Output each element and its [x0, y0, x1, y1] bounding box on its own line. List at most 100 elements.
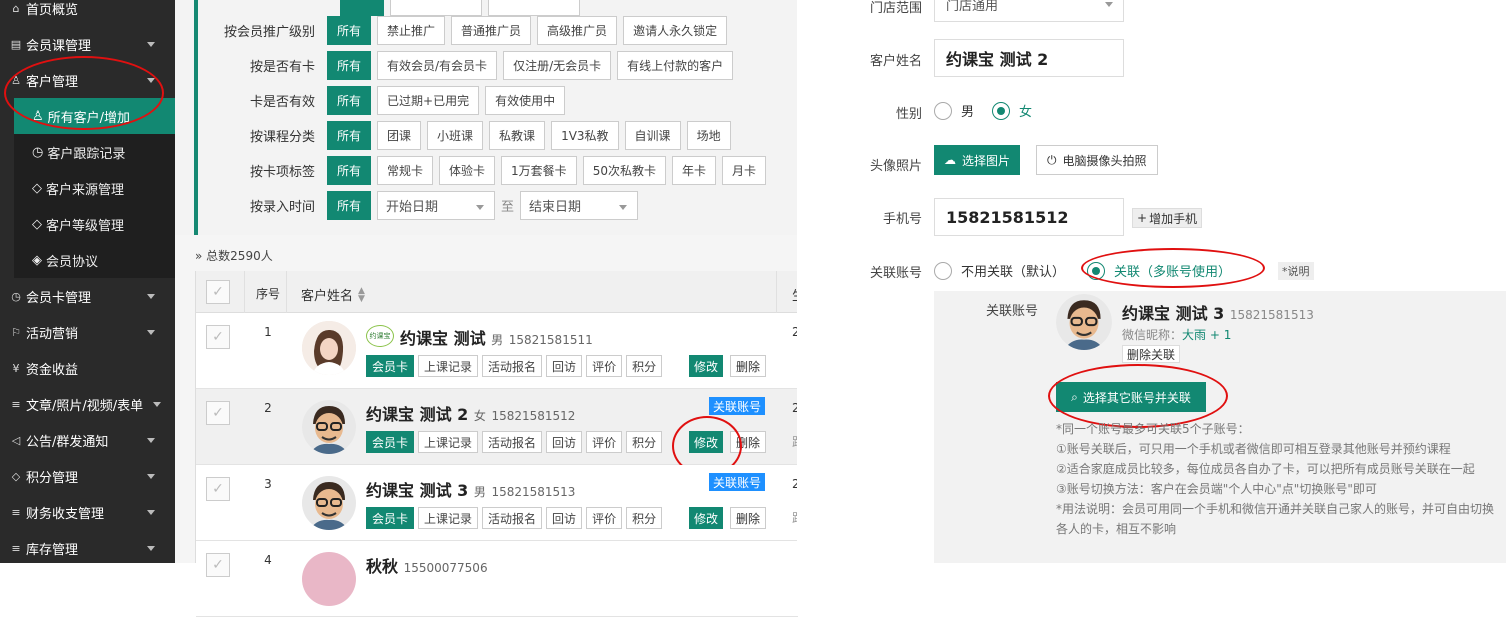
delete-button[interactable]: 删除	[730, 507, 767, 529]
row-checkbox[interactable]: ✓	[206, 553, 230, 577]
sidebar-item-customer[interactable]: ♙ 客户管理	[0, 62, 175, 98]
review-button[interactable]: 评价	[586, 507, 623, 529]
filter-option[interactable]: 仅注册/无会员卡	[503, 50, 612, 80]
points-button[interactable]: 积分	[626, 507, 663, 529]
filter-option[interactable]: 有效使用中	[485, 85, 566, 115]
activity-signup-button[interactable]: 活动报名	[482, 431, 543, 453]
sidebar-item-member-course[interactable]: ▤ 会员课管理	[0, 26, 175, 62]
class-record-button[interactable]: 上课记录	[418, 355, 479, 377]
filter-option[interactable]	[390, 0, 482, 16]
filter-option[interactable]: 邀请人永久锁定	[623, 15, 728, 45]
filter-option[interactable]: 普通推广员	[451, 15, 532, 45]
filter-option[interactable]: 1万套餐卡	[501, 155, 577, 185]
row-checkbox[interactable]: ✓	[206, 325, 230, 349]
filter-option[interactable]: 自训课	[624, 120, 681, 150]
sidebar-item-finance[interactable]: ≡ 财务收支管理	[0, 494, 175, 530]
filter-option[interactable]: 私教课	[489, 120, 546, 150]
explain-tag[interactable]: *说明	[1278, 262, 1314, 280]
select-all-checkbox[interactable]: ✓	[206, 280, 230, 304]
choose-photo-button[interactable]: ☁ 选择图片	[934, 145, 1021, 175]
review-button[interactable]: 评价	[586, 431, 623, 453]
diamond-icon: ◇	[11, 469, 21, 483]
member-card-button[interactable]: 会员卡	[366, 355, 415, 377]
activity-signup-button[interactable]: 活动报名	[482, 507, 543, 529]
sidebar-subitem-source[interactable]: ◇ 客户来源管理	[14, 170, 175, 206]
sidebar-item-funds[interactable]: ¥ 资金收益	[0, 350, 175, 386]
store-select[interactable]: 门店通用	[934, 0, 1124, 22]
activity-signup-button[interactable]: 活动报名	[482, 355, 543, 377]
filter-option[interactable]: 月卡	[721, 155, 766, 185]
note-line: *用法说明：会员可用同一个手机和微信开通并关联自己家人的账号，并可自由切换	[1056, 502, 1495, 516]
link-radio[interactable]	[1087, 261, 1106, 280]
sidebar-subitem-level[interactable]: ◇ 客户等级管理	[14, 206, 175, 242]
filter-option[interactable]	[488, 0, 580, 16]
wechat-label: 微信昵称：	[1122, 328, 1183, 342]
filter-option[interactable]: 已过期+已用完	[377, 85, 480, 115]
filter-option[interactable]: 场地	[686, 120, 731, 150]
sidebar-item-label: 库存管理	[26, 542, 79, 558]
member-card-button[interactable]: 会员卡	[366, 507, 415, 529]
phone-input[interactable]: 15821581512	[934, 198, 1124, 236]
points-button[interactable]: 积分	[626, 355, 663, 377]
filter-option[interactable]: 年卡	[671, 155, 716, 185]
end-date-select[interactable]: 结束日期	[520, 190, 639, 220]
revisit-button[interactable]: 回访	[546, 431, 583, 453]
class-record-button[interactable]: 上课记录	[418, 507, 479, 529]
start-date-select[interactable]: 开始日期	[377, 190, 496, 220]
filter-option[interactable]: 小班课	[427, 120, 484, 150]
remove-link-button[interactable]: 删除关联	[1122, 345, 1181, 363]
sidebar-item-marketing[interactable]: ⚐ 活动营销	[0, 314, 175, 350]
gender-female-radio[interactable]	[992, 101, 1011, 120]
modify-button[interactable]: 修改	[689, 355, 724, 377]
filter-option[interactable]: 所有	[327, 120, 372, 150]
name-input[interactable]: 约课宝 测试 2	[934, 39, 1124, 77]
points-button[interactable]: 积分	[626, 431, 663, 453]
filter-option[interactable]: 所有	[327, 50, 372, 80]
sidebar-item-points[interactable]: ◇ 积分管理	[0, 458, 175, 494]
chevron-down-icon	[1105, 2, 1113, 7]
header-name[interactable]: 客户姓名 ▲ ▼	[301, 285, 365, 304]
sidebar-item-inventory[interactable]: ≡ 库存管理	[0, 530, 175, 566]
linked-avatar	[1056, 294, 1112, 350]
sidebar-item-articles[interactable]: ≡ 文章/照片/视频/表单	[0, 386, 175, 422]
add-phone-button[interactable]: + 增加手机	[1132, 208, 1203, 228]
sidebar-subitem-tracking[interactable]: ◷ 客户跟踪记录	[14, 134, 175, 170]
modify-button[interactable]: 修改	[689, 507, 724, 529]
filter-option[interactable]: 1V3私教	[551, 120, 619, 150]
filter-option[interactable]: 所有	[327, 85, 372, 115]
filter-option[interactable]: 体验卡	[439, 155, 496, 185]
delete-button[interactable]: 删除	[730, 431, 767, 453]
customer-gender: 女	[473, 409, 486, 423]
filter-option[interactable]: 有效会员/有会员卡	[377, 50, 498, 80]
filter-option[interactable]: 所有	[327, 155, 372, 185]
modify-button[interactable]: 修改	[689, 431, 724, 453]
sidebar-subitem-all-customers[interactable]: ♙ 所有客户/增加	[14, 98, 175, 134]
no-link-radio[interactable]	[934, 261, 952, 280]
class-record-button[interactable]: 上课记录	[418, 431, 479, 453]
sidebar-item-label: 文章/照片/视频/表单	[26, 398, 144, 414]
sidebar-item-home[interactable]: ⌂ 首页概览	[0, 0, 175, 26]
filter-option[interactable]: 禁止推广	[377, 15, 446, 45]
filter-option[interactable]: 所有	[327, 15, 372, 45]
sidebar-item-member-card[interactable]: ◷ 会员卡管理	[0, 278, 175, 314]
filter-option[interactable]: 常规卡	[377, 155, 434, 185]
sidebar-item-notice[interactable]: ◁ 公告/群发通知	[0, 422, 175, 458]
gender-male-radio[interactable]	[934, 101, 952, 120]
sidebar-subitem-agreement[interactable]: ◈ 会员协议	[14, 242, 175, 278]
camera-photo-button[interactable]: ⏻ 电脑摄像头拍照	[1036, 145, 1158, 175]
customer-name-text: 秋秋	[366, 557, 399, 576]
review-button[interactable]: 评价	[586, 355, 623, 377]
row-checkbox[interactable]: ✓	[206, 401, 230, 425]
member-card-button[interactable]: 会员卡	[366, 431, 415, 453]
filter-option[interactable]: 高级推广员	[537, 15, 618, 45]
filter-option[interactable]: 有线上付款的客户	[617, 50, 734, 80]
revisit-button[interactable]: 回访	[546, 355, 583, 377]
filter-option[interactable]	[340, 0, 384, 16]
filter-option[interactable]: 50次私教卡	[582, 155, 666, 185]
filter-option[interactable]: 所有	[327, 190, 372, 220]
delete-button[interactable]: 删除	[730, 355, 767, 377]
revisit-button[interactable]: 回访	[546, 507, 583, 529]
select-link-button[interactable]: ⌕ 选择其它账号并关联	[1056, 382, 1206, 412]
filter-option[interactable]: 团课	[377, 120, 422, 150]
row-checkbox[interactable]: ✓	[206, 477, 230, 501]
